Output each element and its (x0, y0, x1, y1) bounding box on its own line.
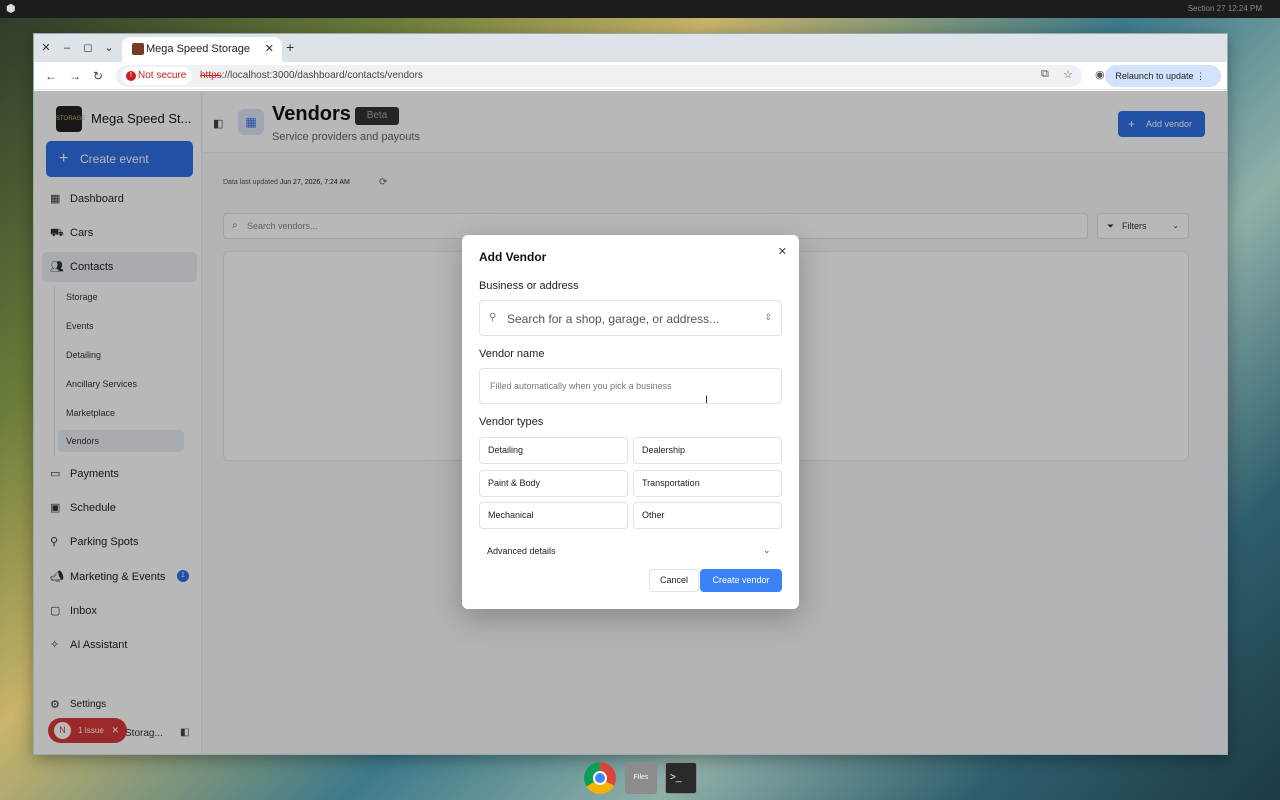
create-vendor-button[interactable]: Create vendor (700, 569, 782, 592)
forward-icon[interactable]: → (66, 67, 84, 85)
maximize-window-icon[interactable]: ◻ (80, 40, 96, 56)
browser-tab[interactable]: Mega Speed Storage ✕ (122, 37, 282, 62)
terminal-icon[interactable]: >_ (665, 762, 697, 794)
tab-strip: ✕ – ◻ ⌄ Mega Speed Storage ✕ + (34, 34, 1227, 62)
vendor-type-paint-body[interactable]: Paint & Body (479, 470, 628, 497)
business-search-input[interactable]: ⚲ Search for a shop, garage, or address.… (479, 300, 782, 336)
vendor-type-other[interactable]: Other (633, 502, 782, 529)
vendor-name-field[interactable]: Filled automatically when you pick a bus… (479, 368, 782, 404)
chevron-up-down-icon: ⇕ (764, 312, 772, 322)
vendor-type-transportation[interactable]: Transportation (633, 470, 782, 497)
vendor-types-label: Vendor types (479, 416, 544, 428)
minimize-window-icon[interactable]: – (59, 40, 75, 56)
vendor-name-placeholder: Filled automatically when you pick a bus… (490, 381, 672, 391)
favicon-icon (132, 43, 144, 55)
dialog-title: Add Vendor (479, 250, 547, 264)
tab-title: Mega Speed Storage (146, 43, 250, 55)
profile-icon[interactable]: ◉ (1095, 68, 1105, 81)
vendor-type-dealership[interactable]: Dealership (633, 437, 782, 464)
map-pin-icon: ⚲ (489, 312, 497, 323)
warning-icon: ! (126, 71, 136, 81)
relaunch-label: Relaunch to update (1115, 71, 1194, 81)
business-label: Business or address (479, 280, 579, 292)
url-scheme: https (200, 70, 222, 81)
relaunch-button[interactable]: Relaunch to update ⋮ (1105, 65, 1221, 87)
vendor-type-detailing[interactable]: Detailing (479, 437, 628, 464)
close-window-icon[interactable]: ✕ (38, 40, 54, 56)
security-label: Not secure (138, 70, 187, 81)
back-icon[interactable]: ← (42, 67, 60, 85)
files-icon[interactable]: Files (625, 762, 657, 794)
vendor-name-label: Vendor name (479, 348, 545, 360)
files-label: Files (633, 774, 649, 781)
close-icon[interactable]: ✕ (778, 245, 787, 258)
tab-search-icon[interactable]: ⌄ (101, 40, 117, 56)
business-placeholder: Search for a shop, garage, or address... (507, 312, 720, 326)
bookmark-star-icon[interactable]: ☆ (1063, 68, 1073, 81)
url-rest: ://localhost:3000/dashboard/contacts/ven… (221, 70, 423, 81)
desktop-top-bar: ⬢ Section 27 12:24 PM (0, 0, 1280, 18)
system-logo-icon[interactable]: ⬢ (6, 3, 18, 15)
system-clock: Section 27 12:24 PM (1187, 4, 1262, 13)
close-tab-icon[interactable]: ✕ (265, 42, 274, 55)
install-app-icon[interactable]: ⧉ (1041, 68, 1049, 81)
text-cursor-icon: I (705, 394, 709, 406)
new-tab-icon[interactable]: + (286, 39, 294, 55)
security-chip[interactable]: ! Not secure (122, 67, 193, 85)
browser-toolbar: ← → ↻ ! Not secure https://localhost:300… (34, 62, 1227, 90)
cancel-button[interactable]: Cancel (649, 569, 699, 592)
url-text[interactable]: https://localhost:3000/dashboard/contact… (200, 70, 423, 81)
vendor-type-mechanical[interactable]: Mechanical (479, 502, 628, 529)
advanced-details-toggle[interactable]: Advanced details (487, 546, 556, 556)
reload-icon[interactable]: ↻ (89, 67, 107, 85)
add-vendor-dialog: ✕ Add Vendor Business or address ⚲ Searc… (462, 235, 799, 609)
address-bar[interactable]: ! Not secure https://localhost:3000/dash… (116, 65, 1082, 87)
chrome-icon[interactable] (584, 762, 616, 794)
taskbar-dock: Files >_ (580, 756, 702, 800)
chevron-down-icon[interactable]: ⌄ (763, 545, 771, 556)
